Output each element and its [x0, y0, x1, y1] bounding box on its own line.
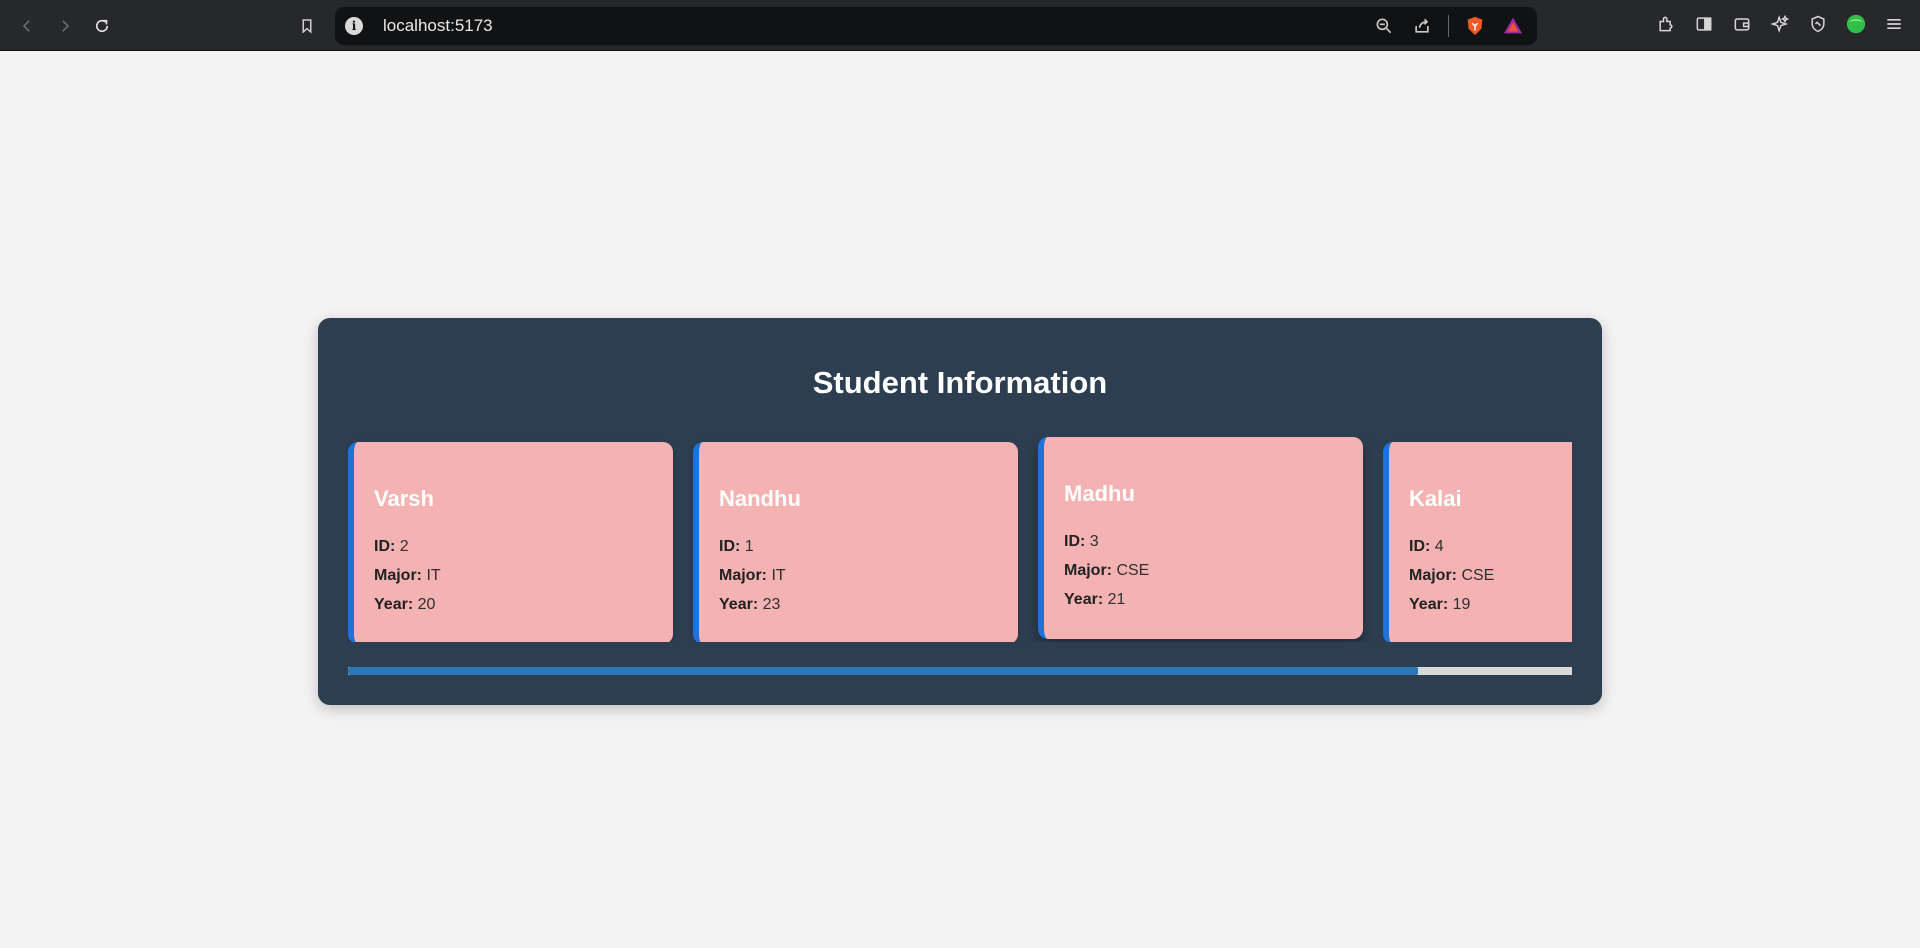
- student-major-row: Major: CSE: [1409, 567, 1494, 585]
- page-title: Student Information: [812, 365, 1108, 400]
- leo-ai-icon[interactable]: [1768, 12, 1792, 36]
- student-id: 1: [744, 538, 754, 555]
- student-year-row: Year: 20: [374, 596, 435, 614]
- extensions-icon[interactable]: [1654, 12, 1678, 36]
- major-label: Major:: [374, 567, 422, 584]
- student-year: 21: [1107, 591, 1126, 608]
- back-icon[interactable]: [13, 12, 41, 40]
- year-label: Year:: [719, 596, 759, 613]
- site-info-icon[interactable]: i: [345, 17, 363, 35]
- student-id-row: ID: 3: [1064, 533, 1099, 551]
- student-year-row: Year: 19: [1409, 596, 1470, 614]
- student-card: Nandhu ID: 1 Major: IT Year: 23: [693, 442, 1018, 642]
- vpn-icon[interactable]: [1806, 12, 1830, 36]
- scrollbar-thumb[interactable]: [348, 667, 1418, 675]
- id-label: ID:: [719, 538, 741, 555]
- student-card: Varsh ID: 2 Major: IT Year: 20: [348, 442, 673, 642]
- year-label: Year:: [374, 596, 414, 613]
- year-label: Year:: [1064, 591, 1104, 608]
- sidebar-icon[interactable]: [1692, 12, 1716, 36]
- student-major: IT: [426, 567, 441, 584]
- url-text[interactable]: localhost:5173: [383, 16, 493, 36]
- student-card: Madhu ID: 3 Major: CSE Year: 21: [1038, 437, 1363, 639]
- forward-icon[interactable]: [51, 12, 79, 40]
- student-major: CSE: [1461, 567, 1495, 584]
- id-label: ID:: [374, 538, 396, 555]
- student-id: 3: [1089, 533, 1099, 550]
- brave-rewards-icon[interactable]: [1501, 14, 1525, 38]
- student-card-carousel[interactable]: Varsh ID: 2 Major: IT Year: 20 Nandhu ID…: [348, 437, 1572, 642]
- student-info-panel: Student Information Varsh ID: 2 Major: I…: [318, 318, 1602, 705]
- student-major: CSE: [1116, 562, 1150, 579]
- share-icon[interactable]: [1410, 14, 1434, 38]
- student-name: Nandhu: [719, 486, 801, 511]
- student-card: Kalai ID: 4 Major: CSE Year: 19: [1383, 442, 1572, 642]
- id-label: ID:: [1409, 538, 1431, 555]
- student-major-row: Major: IT: [374, 567, 441, 585]
- browser-toolbar: i localhost:5173: [0, 0, 1920, 51]
- student-year: 20: [417, 596, 436, 613]
- student-major-row: Major: IT: [719, 567, 786, 585]
- wallet-icon[interactable]: [1730, 12, 1754, 36]
- student-id-row: ID: 1: [719, 538, 754, 556]
- reload-icon[interactable]: [88, 12, 116, 40]
- student-id-row: ID: 4: [1409, 538, 1444, 556]
- brave-shields-icon[interactable]: [1463, 14, 1487, 38]
- id-label: ID:: [1064, 533, 1086, 550]
- year-label: Year:: [1409, 596, 1449, 613]
- student-name: Kalai: [1409, 486, 1462, 511]
- student-id: 2: [399, 538, 409, 555]
- major-label: Major:: [1409, 567, 1457, 584]
- student-major-row: Major: CSE: [1064, 562, 1149, 580]
- student-name: Madhu: [1064, 481, 1135, 506]
- bookmark-icon[interactable]: [293, 12, 321, 40]
- student-id: 4: [1434, 538, 1444, 555]
- profile-icon[interactable]: [1844, 12, 1868, 36]
- menu-icon[interactable]: [1882, 12, 1906, 36]
- student-year: 23: [762, 596, 781, 613]
- student-year: 19: [1452, 596, 1471, 613]
- toolbar-separator: [1448, 15, 1449, 37]
- student-year-row: Year: 21: [1064, 591, 1125, 609]
- student-major: IT: [771, 567, 786, 584]
- major-label: Major:: [1064, 562, 1112, 579]
- student-name: Varsh: [374, 486, 434, 511]
- major-label: Major:: [719, 567, 767, 584]
- zoom-out-icon[interactable]: [1372, 14, 1396, 38]
- student-id-row: ID: 2: [374, 538, 409, 556]
- horizontal-scrollbar[interactable]: [348, 667, 1572, 675]
- student-year-row: Year: 23: [719, 596, 780, 614]
- address-bar[interactable]: i localhost:5173: [335, 7, 1537, 45]
